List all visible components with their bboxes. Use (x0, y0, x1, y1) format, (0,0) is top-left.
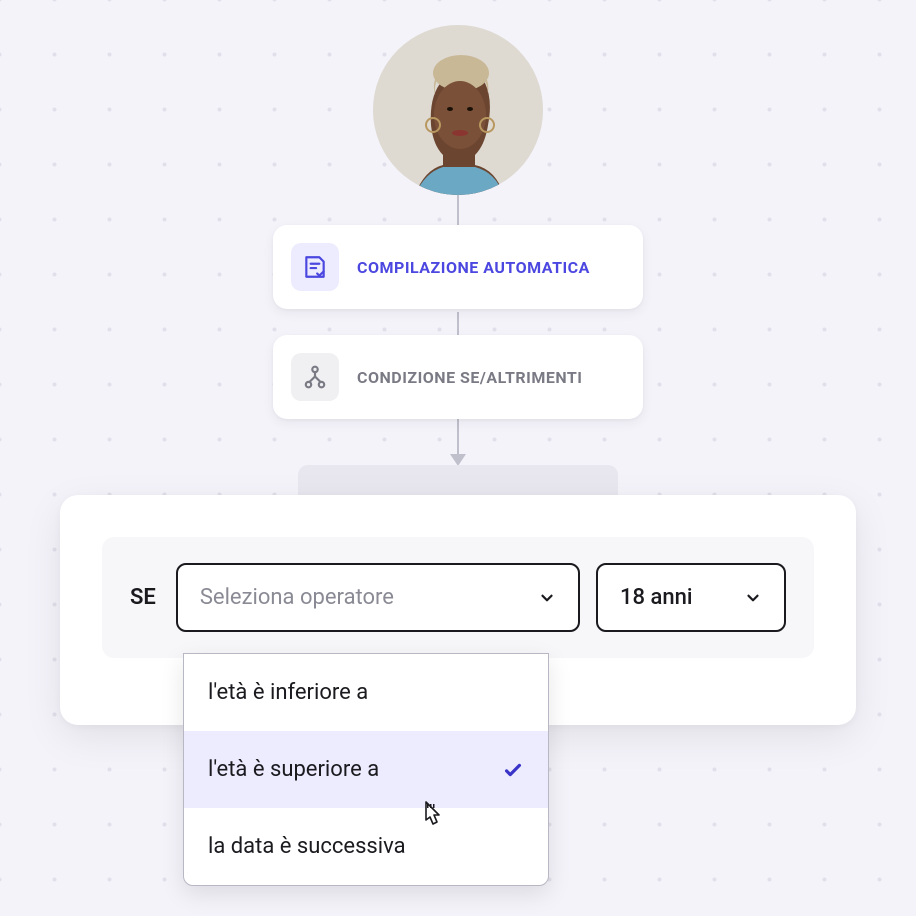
cursor-pointer-icon (418, 800, 448, 834)
value-text: 18 anni (620, 585, 692, 610)
avatar (373, 25, 543, 195)
chevron-down-icon (538, 589, 556, 607)
option-label: l'età è superiore a (208, 757, 379, 782)
condition-row: SE Seleziona operatore 18 anni (102, 537, 814, 658)
connector-line (457, 195, 459, 227)
branch-icon (291, 353, 339, 401)
option-label: l'età è inferiore a (208, 680, 368, 705)
operator-dropdown: l'età è inferiore a l'età è superiore a … (183, 653, 549, 886)
connector-line (457, 412, 459, 460)
condition-label: CONDIZIONE SE/ALTRIMENTI (357, 368, 582, 387)
chevron-down-icon (744, 589, 762, 607)
autofill-label: COMPILAZIONE AUTOMATICA (357, 258, 590, 277)
value-select[interactable]: 18 anni (596, 563, 786, 632)
dropdown-option[interactable]: l'età è inferiore a (184, 654, 548, 731)
document-check-icon (291, 243, 339, 291)
condition-node[interactable]: CONDIZIONE SE/ALTRIMENTI (273, 335, 643, 419)
connector-line (457, 312, 459, 336)
operator-select[interactable]: Seleziona operatore (176, 563, 580, 632)
operator-placeholder: Seleziona operatore (200, 585, 394, 610)
option-label: la data è successiva (208, 834, 406, 859)
dropdown-option[interactable]: la data è successiva (184, 808, 548, 885)
autofill-node[interactable]: COMPILAZIONE AUTOMATICA (273, 225, 643, 309)
if-label: SE (130, 585, 156, 610)
check-icon (502, 759, 524, 781)
dropdown-option[interactable]: l'età è superiore a (184, 731, 548, 808)
